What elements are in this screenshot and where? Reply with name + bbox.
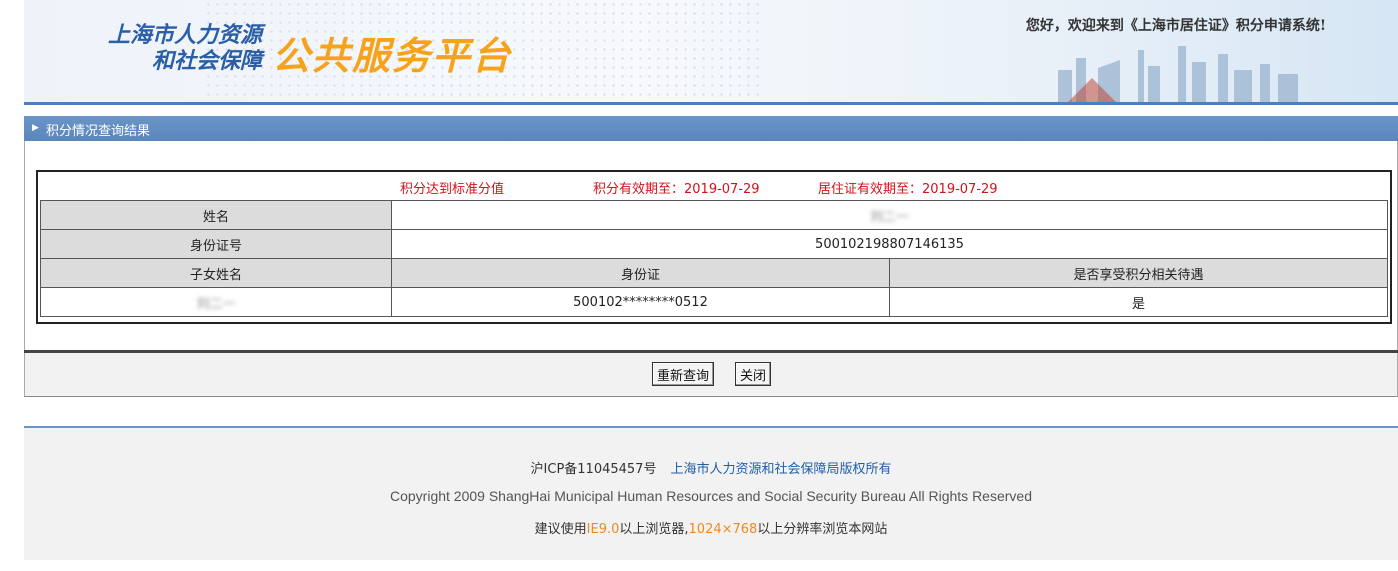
table-row: 刘二一 500102********0512 是 bbox=[40, 287, 1388, 317]
button-bar: 重新查询 关闭 bbox=[24, 353, 1398, 397]
advice-prefix: 建议使用 bbox=[534, 522, 587, 537]
requery-button[interactable]: 重新查询 bbox=[652, 362, 715, 386]
column-header-benefit: 是否享受积分相关待遇 bbox=[889, 258, 1388, 288]
result-grid: 姓名 刘二一 身份证号 500102198807146135 子女姓名 身份证 … bbox=[40, 200, 1388, 317]
status-permit-valid: 居住证有效期至：2019-07-29 bbox=[818, 182, 998, 197]
icp-number: 沪ICP备11045457号 bbox=[530, 462, 657, 477]
welcome-message: 您好，欢迎来到《上海市居住证》积分申请系统! bbox=[1025, 18, 1326, 34]
id-value: 500102198807146135 bbox=[391, 229, 1388, 259]
header-divider bbox=[24, 102, 1398, 105]
triangle-right-icon: ▶ bbox=[32, 123, 39, 133]
owner-link[interactable]: 上海市人力资源和社会保障局版权所有 bbox=[670, 462, 891, 477]
browser-version: IE9.0 bbox=[586, 522, 620, 537]
close-button[interactable]: 关闭 bbox=[735, 362, 772, 386]
id-label: 身份证号 bbox=[40, 229, 392, 259]
table-row: 姓名 刘二一 bbox=[40, 200, 1388, 230]
footer-icp-line: 沪ICP备11045457号 上海市人力资源和社会保障局版权所有 bbox=[24, 458, 1398, 477]
site-header: 上海市人力资源 和社会保障 公共服务平台 您好，欢迎来到《上海市居住证》积分申请… bbox=[24, 0, 1398, 102]
advice-mid: 以上浏览器, bbox=[619, 522, 689, 537]
child-name-text: 刘二一 bbox=[196, 296, 236, 312]
column-header-child-id: 身份证 bbox=[391, 258, 890, 288]
logo-line-1: 上海市人力资源 bbox=[107, 22, 262, 48]
name-value-text: 刘二一 bbox=[869, 209, 909, 225]
name-label: 姓名 bbox=[40, 200, 392, 230]
site-footer: 沪ICP备11045457号 上海市人力资源和社会保障局版权所有 Copyrigh… bbox=[24, 428, 1398, 560]
footer-browser-advice: 建议使用IE9.0以上浏览器,1024×768以上分辨率浏览本网站 bbox=[24, 518, 1398, 537]
panel-title-bar: ▶ 积分情况查询结果 bbox=[24, 116, 1398, 141]
name-value: 刘二一 bbox=[391, 200, 1388, 230]
screen-resolution: 1024×768 bbox=[688, 522, 758, 537]
child-name-cell: 刘二一 bbox=[40, 287, 392, 317]
column-header-child-name: 子女姓名 bbox=[40, 258, 392, 288]
status-score-valid: 积分有效期至：2019-07-29 bbox=[593, 182, 760, 197]
logo-line-2: 和社会保障 bbox=[151, 48, 262, 74]
status-standard: 积分达到标准分值 bbox=[400, 182, 505, 197]
logo-platform-title: 公共服务平台 bbox=[272, 33, 513, 78]
footer-copyright: Copyright 2009 ShangHai Municipal Human … bbox=[389, 488, 1032, 504]
result-table-box: 积分达到标准分值 积分有效期至：2019-07-29 居住证有效期至：2019-… bbox=[36, 170, 1392, 324]
panel-title: 积分情况查询结果 bbox=[46, 124, 151, 139]
logo-department: 上海市人力资源 和社会保障 bbox=[86, 22, 262, 74]
table-row: 身份证号 500102198807146135 bbox=[40, 229, 1388, 259]
advice-suffix: 以上分辨率浏览本网站 bbox=[757, 522, 888, 537]
child-id-cell: 500102********0512 bbox=[391, 287, 890, 317]
table-header-row: 子女姓名 身份证 是否享受积分相关待遇 bbox=[40, 258, 1388, 288]
child-benefit-cell: 是 bbox=[889, 287, 1388, 317]
status-row: 积分达到标准分值 积分有效期至：2019-07-29 居住证有效期至：2019-… bbox=[38, 172, 1390, 200]
city-skyline-illustration bbox=[1058, 46, 1298, 102]
